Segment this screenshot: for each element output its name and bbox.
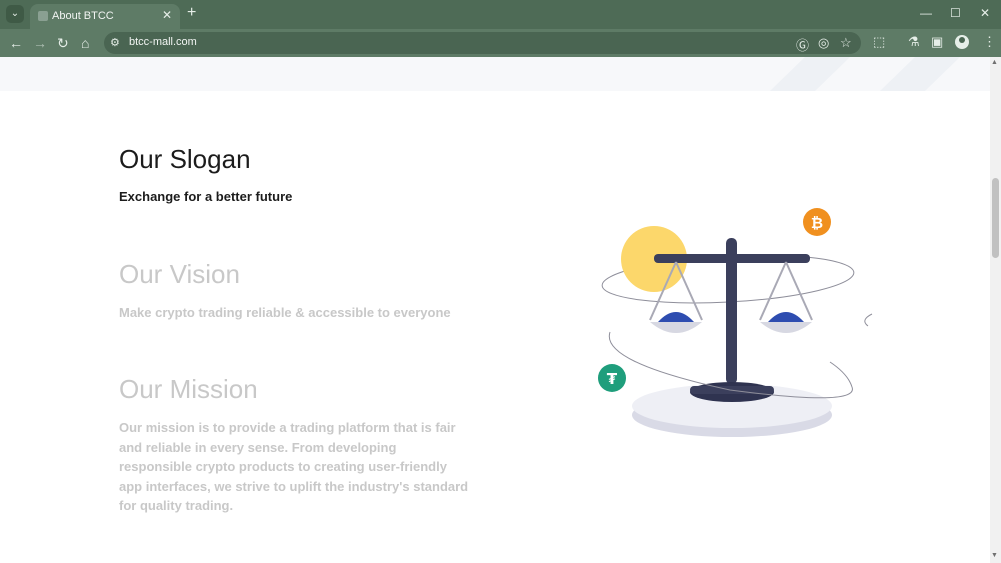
window-close-icon[interactable]: ✕ — [980, 6, 990, 20]
maximize-icon[interactable]: ☐ — [950, 6, 961, 20]
scroll-thumb[interactable] — [992, 178, 999, 258]
slogan-text: Exchange for a better future — [119, 189, 293, 204]
tether-symbol: ₮ — [607, 370, 618, 388]
header-band — [0, 57, 990, 91]
google-lens-icon[interactable]: Ⓖ — [796, 35, 809, 54]
labs-flask-icon[interactable]: ⚗ — [908, 34, 920, 50]
address-url[interactable]: btcc-mall.com — [129, 36, 197, 48]
tab-title: About BTCC — [52, 10, 114, 22]
tab-favicon-icon — [38, 11, 48, 21]
balance-scale-illustration: ₿ ₮ — [598, 208, 873, 437]
mission-text: Our mission is to provide a trading plat… — [119, 420, 469, 513]
menu-kebab-icon[interactable]: ⋮ — [983, 34, 996, 50]
back-icon[interactable]: ← — [9, 34, 23, 52]
header-decoration — [770, 57, 960, 91]
site-info-icon[interactable]: ⚙ — [110, 36, 120, 49]
extensions-icon[interactable]: ⬚ — [873, 34, 885, 50]
vision-text: Make crypto trading reliable & accessibl… — [119, 305, 451, 320]
tab-search-icon[interactable]: ⌄ — [6, 5, 24, 23]
side-panel-icon[interactable]: ▣ — [931, 34, 943, 50]
slogan-heading: Our Slogan — [119, 144, 251, 174]
bookmark-star-icon[interactable]: ☆ — [840, 35, 852, 51]
new-tab-icon[interactable]: + — [187, 5, 196, 21]
browser-toolbar: ← → ↻ ⌂ ⚙ btcc-mall.com Ⓖ ◎ ☆ ⬚ ⚗ ▣ ⋮ — [0, 29, 1001, 57]
scroll-down-icon[interactable]: ▼ — [991, 552, 998, 559]
home-icon[interactable]: ⌂ — [81, 34, 89, 52]
vision-heading: Our Vision — [119, 259, 240, 289]
address-bar[interactable]: ⚙ btcc-mall.com Ⓖ ◎ ☆ — [104, 32, 861, 54]
forward-icon[interactable]: → — [33, 34, 47, 52]
reload-icon[interactable]: ↻ — [57, 34, 69, 52]
bitcoin-symbol: ₿ — [811, 214, 823, 232]
profile-avatar-icon[interactable] — [955, 35, 969, 49]
page-content: Our Slogan Exchange for a better future … — [0, 57, 990, 563]
tab-close-icon[interactable]: ✕ — [162, 8, 172, 22]
mission-heading: Our Mission — [119, 374, 258, 404]
scroll-up-icon[interactable]: ▲ — [991, 59, 998, 66]
minimize-icon[interactable]: — — [920, 6, 932, 20]
eye-off-icon[interactable]: ◎ — [818, 35, 829, 51]
page-scrollbar[interactable]: ▲ ▼ — [990, 57, 1001, 563]
browser-titlebar: ⌄ About BTCC ✕ + — ☐ ✕ — [0, 0, 1001, 29]
browser-tab[interactable]: About BTCC ✕ — [30, 4, 180, 29]
